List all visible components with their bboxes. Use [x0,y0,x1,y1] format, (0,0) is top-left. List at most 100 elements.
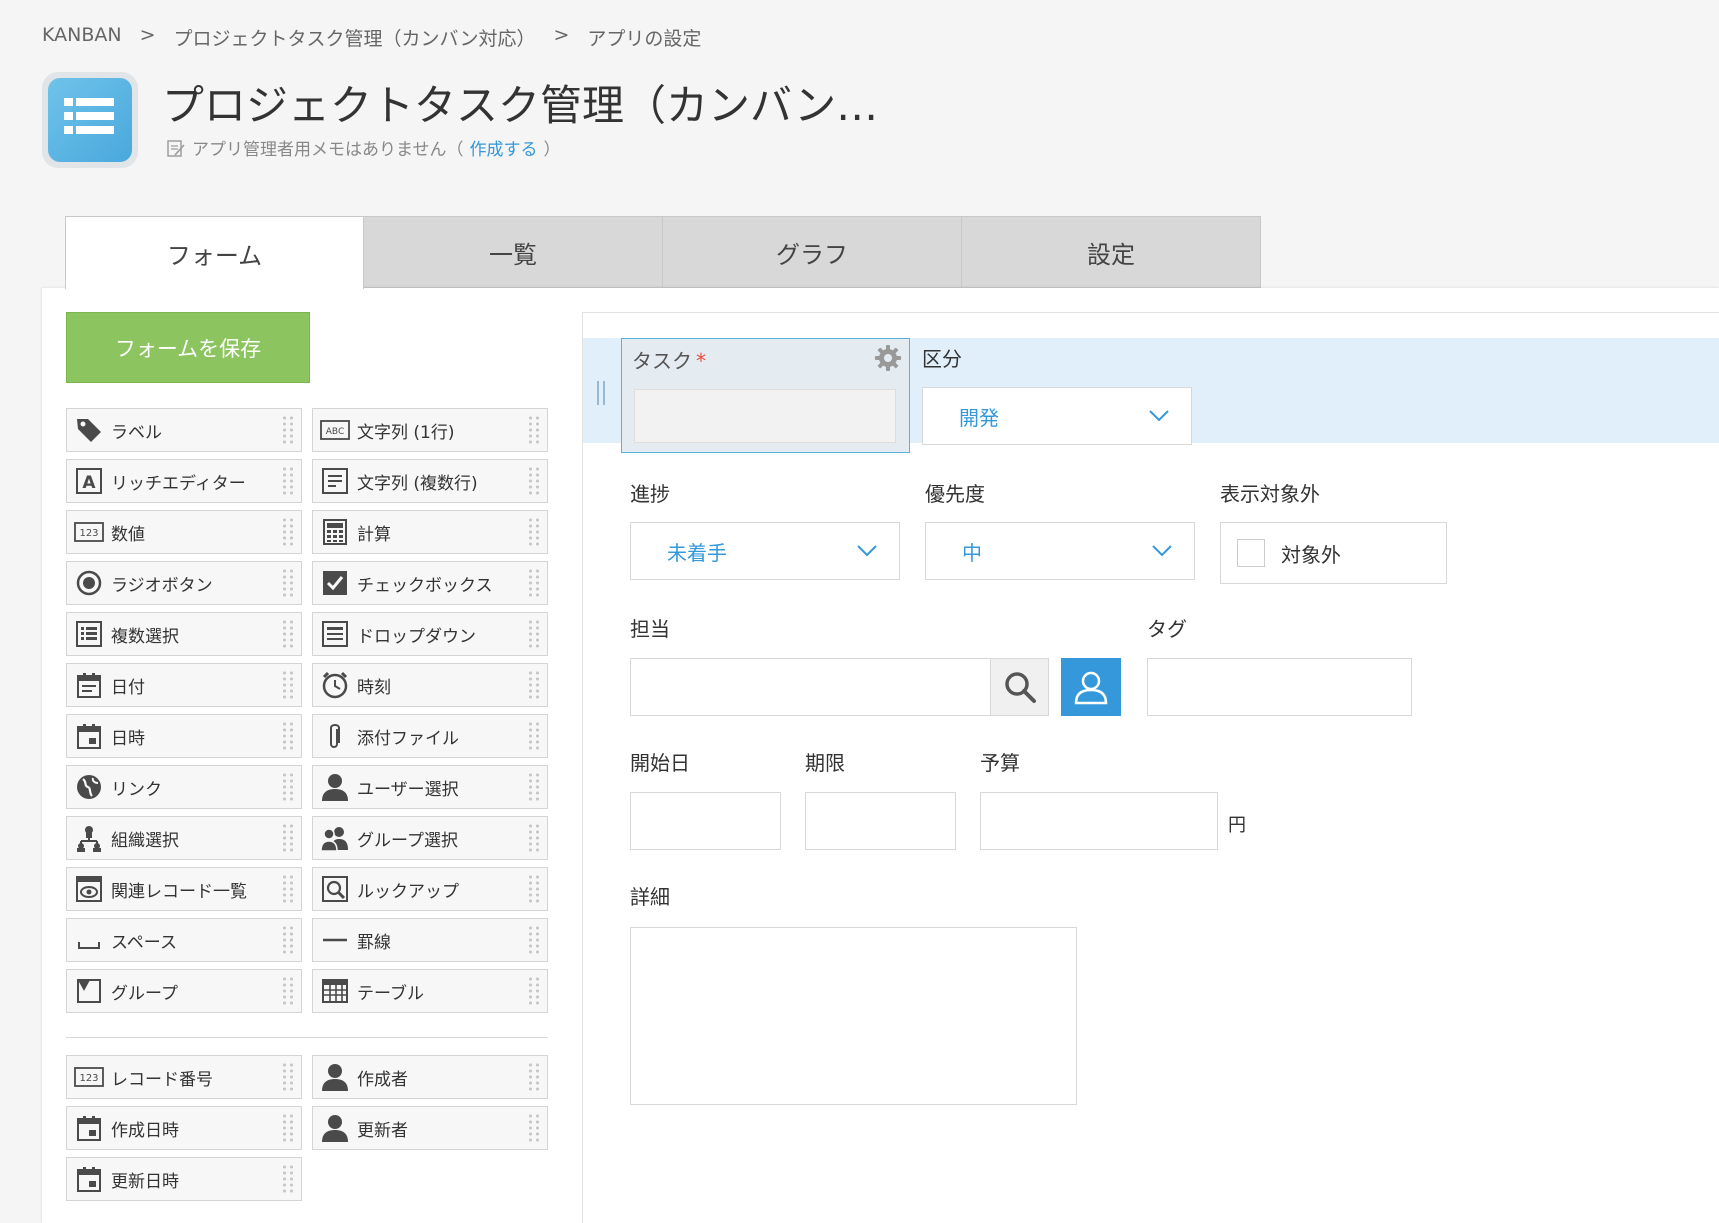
palette-item[interactable]: ABC 文字列 (1行) [312,408,548,452]
drag-grip-icon[interactable] [527,415,541,445]
drag-grip-icon[interactable] [281,721,295,751]
drag-grip-icon[interactable] [281,466,295,496]
tab-form[interactable]: フォーム [65,216,364,289]
exclude-checkbox[interactable] [1237,539,1265,567]
drag-grip-icon[interactable] [281,1113,295,1143]
drag-grip-icon[interactable] [281,976,295,1006]
palette-item[interactable]: 日付 [66,663,302,707]
tab-list[interactable]: 一覧 [364,216,663,288]
palette-item-label: 文字列 (1行) [357,422,455,443]
drag-grip-icon[interactable] [527,772,541,802]
drag-grip-icon[interactable] [527,976,541,1006]
drag-grip-icon[interactable] [527,1062,541,1092]
palette-item[interactable]: ラベル [66,408,302,452]
breadcrumb-separator: > [553,24,570,46]
datetime-icon [73,1163,105,1195]
drag-grip-icon[interactable] [281,670,295,700]
drag-grip-icon[interactable] [281,415,295,445]
drag-grip-icon[interactable] [281,874,295,904]
drag-grip-icon[interactable] [281,1062,295,1092]
drag-grip-icon[interactable] [281,1164,295,1194]
drag-grip-icon[interactable] [527,1113,541,1143]
palette-item[interactable]: 罫線 [312,918,548,962]
tag-input[interactable] [1147,658,1412,716]
drag-grip-icon[interactable] [527,874,541,904]
palette-item[interactable]: 作成日時 [66,1106,302,1150]
palette-item[interactable]: 組織選択 [66,816,302,860]
palette-item[interactable]: ドロップダウン [312,612,548,656]
palette-item[interactable]: 文字列 (複数行) [312,459,548,503]
palette-item[interactable]: 更新日時 [66,1157,302,1201]
palette-item[interactable]: チェックボックス [312,561,548,605]
drag-grip-icon[interactable] [527,670,541,700]
palette-item[interactable]: ルックアップ [312,867,548,911]
assignee-search-button[interactable] [990,658,1049,716]
palette-item[interactable]: 時刻 [312,663,548,707]
palette-item[interactable]: グループ [66,969,302,1013]
drag-grip-icon[interactable] [527,721,541,751]
palette-item[interactable]: ユーザー選択 [312,765,548,809]
assignee-user-button[interactable] [1061,658,1121,716]
drag-grip-icon[interactable] [527,619,541,649]
palette-item[interactable]: スペース [66,918,302,962]
drag-grip-icon[interactable] [281,925,295,955]
progress-value: 未着手 [667,540,727,565]
palette-item[interactable]: グループ選択 [312,816,548,860]
user-icon [319,1061,351,1093]
table-icon [319,975,351,1007]
drag-grip-icon[interactable] [527,823,541,853]
priority-select[interactable]: 中 [925,522,1195,580]
form-editor-panel: フォームを保存 ラベル ABC 文字列 (1行) A リッチエディター 文字列 (複数行)… [42,288,1719,1223]
breadcrumb-kanban[interactable]: KANBAN [42,24,122,51]
palette-item-label: ルックアップ [357,881,459,902]
drag-grip-icon[interactable] [281,772,295,802]
tab-graph[interactable]: グラフ [663,216,962,288]
palette-item[interactable]: 更新者 [312,1106,548,1150]
palette-item[interactable]: 計算 [312,510,548,554]
palette-item[interactable]: 添付ファイル [312,714,548,758]
task-input[interactable] [634,389,896,443]
task-field[interactable]: タスク * [621,338,910,453]
chevron-down-icon [1152,545,1172,557]
memo-create-link[interactable]: 作成する [470,135,538,160]
save-form-button[interactable]: フォームを保存 [66,312,310,383]
drag-grip-icon[interactable] [281,823,295,853]
drag-grip-icon[interactable] [281,568,295,598]
memo-close: ） [543,140,561,160]
start-date-input[interactable] [630,792,781,850]
progress-select[interactable]: 未着手 [630,522,900,580]
drag-grip-icon[interactable] [281,619,295,649]
tag-label: タグ [1147,617,1187,641]
drag-grip-icon[interactable] [281,517,295,547]
exclude-option-label: 対象外 [1281,543,1341,567]
group-icon [319,822,351,854]
datetime-icon [73,1112,105,1144]
row-drag-handle[interactable] [597,381,605,405]
drag-grip-icon[interactable] [527,517,541,547]
palette-item[interactable]: リンク [66,765,302,809]
category-select[interactable]: 開発 [922,387,1192,445]
tab-settings[interactable]: 設定 [962,216,1261,288]
palette-item[interactable]: ラジオボタン [66,561,302,605]
budget-label: 予算 [980,751,1020,775]
palette-item[interactable]: 作成者 [312,1055,548,1099]
palette-item-label: レコード番号 [111,1069,213,1090]
palette-item[interactable]: A リッチエディター [66,459,302,503]
multiline-text-icon [319,465,351,497]
palette-item[interactable]: 複数選択 [66,612,302,656]
palette-item[interactable]: 123 数値 [66,510,302,554]
assignee-input[interactable] [630,658,991,716]
drag-grip-icon[interactable] [527,568,541,598]
detail-textarea[interactable] [630,927,1077,1105]
palette-item[interactable]: 関連レコード一覧 [66,867,302,911]
palette-item[interactable]: 日時 [66,714,302,758]
drag-grip-icon[interactable] [527,466,541,496]
palette-item[interactable]: テーブル [312,969,548,1013]
gear-icon[interactable] [873,343,903,373]
due-input[interactable] [805,792,956,850]
budget-input[interactable] [980,792,1218,850]
drag-grip-icon[interactable] [527,925,541,955]
palette-item[interactable]: 123 レコード番号 [66,1055,302,1099]
number-icon: 123 [73,516,105,548]
breadcrumb-app[interactable]: プロジェクトタスク管理（カンバン対応） [174,24,536,51]
